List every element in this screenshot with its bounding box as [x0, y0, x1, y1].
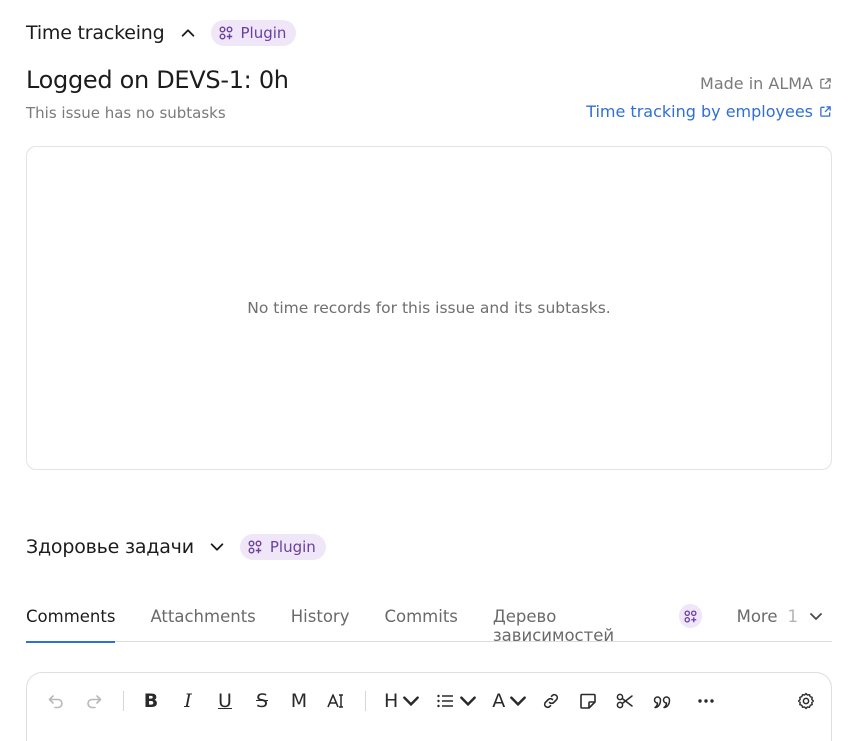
collapse-button[interactable] [177, 22, 199, 44]
bold-button[interactable]: B [140, 689, 162, 713]
plugin-badge: Plugin [210, 20, 297, 46]
text-color-label: A [492, 690, 506, 712]
chevron-down-icon [460, 696, 477, 707]
made-in-label: Made in ALMA [700, 74, 813, 93]
heading-dropdown[interactable]: H [384, 689, 421, 713]
undo-icon [48, 695, 63, 709]
task-health-header: Здоровье задачи Plugin [26, 534, 326, 560]
chevron-up-icon [181, 29, 194, 37]
external-link-icon [820, 106, 831, 117]
font-size-icon [327, 694, 343, 708]
cut-button[interactable] [614, 689, 636, 713]
time-tracking-header: Time trackeing Plugin [26, 20, 297, 46]
redo-icon [87, 695, 102, 709]
quote-icon [654, 696, 671, 709]
comment-editor[interactable]: B I U S M H A [26, 672, 832, 741]
tab-attachments[interactable]: Attachments [150, 598, 255, 642]
expand-button[interactable] [206, 536, 228, 558]
made-in-link[interactable]: Made in ALMA [700, 74, 832, 93]
monospace-button[interactable]: M [288, 689, 310, 713]
logged-time-heading: Logged on DEVS-1: 0h [26, 66, 289, 94]
logged-value: 0h [258, 66, 289, 94]
text-style-button[interactable] [325, 689, 347, 713]
plugin-icon [219, 26, 232, 40]
note-button[interactable] [577, 689, 599, 713]
issue-tabs: Comments Attachments History Commits Дер… [26, 598, 832, 645]
plugin-icon [679, 604, 702, 628]
link-icon [544, 693, 559, 709]
time-records-panel: No time records for this issue and its s… [26, 146, 832, 470]
task-health-title: Здоровье задачи [26, 536, 194, 558]
time-tracking-employees-link[interactable]: Time tracking by employees [586, 102, 832, 121]
empty-records-message: No time records for this issue and its s… [247, 299, 611, 317]
tab-commits[interactable]: Commits [384, 598, 457, 642]
sticky-note-icon [580, 693, 597, 709]
scissors-icon [616, 693, 634, 709]
employees-link-label: Time tracking by employees [586, 102, 813, 121]
tab-dependency-tree-label: Дерево зависимостей [492, 607, 615, 645]
tab-history[interactable]: History [291, 598, 350, 642]
editor-toolbar: B I U S M H A [45, 689, 817, 713]
subtasks-note: This issue has no subtasks [26, 104, 226, 122]
more-options-button[interactable] [695, 689, 717, 713]
plugin-badge-label: Plugin [240, 24, 287, 42]
undo-button[interactable] [45, 689, 67, 713]
chevron-down-icon [810, 613, 822, 620]
redo-button[interactable] [83, 689, 105, 713]
toolbar-divider [123, 691, 124, 711]
text-color-dropdown[interactable]: A [492, 689, 528, 713]
italic-button[interactable]: I [177, 689, 199, 713]
tab-dependency-tree[interactable]: Дерево зависимостей [492, 598, 702, 645]
more-count: 1 [787, 607, 799, 626]
chevron-down-icon [403, 696, 420, 707]
plugin-badge-label: Plugin [269, 538, 316, 556]
time-tracking-title: Time trackeing [26, 22, 165, 44]
chevron-down-icon [510, 696, 527, 707]
heading-label: H [384, 690, 399, 712]
quote-button[interactable] [651, 689, 673, 713]
tab-more[interactable]: More 1 [737, 598, 824, 642]
chevron-down-icon [210, 543, 224, 551]
plugin-icon [248, 540, 262, 554]
plugin-badge: Plugin [239, 534, 326, 560]
logged-label: Logged on DEVS-1: [26, 66, 252, 94]
external-link-icon [820, 78, 831, 89]
editor-settings-button[interactable] [795, 689, 817, 713]
strikethrough-button[interactable]: S [251, 689, 273, 713]
link-button[interactable] [540, 689, 562, 713]
tab-comments[interactable]: Comments [26, 598, 116, 643]
toolbar-divider [365, 691, 366, 711]
more-label: More [736, 607, 778, 626]
gear-icon [797, 692, 815, 710]
bullet-list-icon [437, 694, 454, 708]
underline-button[interactable]: U [214, 689, 236, 713]
more-horizontal-icon [698, 699, 714, 703]
list-dropdown[interactable] [435, 689, 478, 713]
